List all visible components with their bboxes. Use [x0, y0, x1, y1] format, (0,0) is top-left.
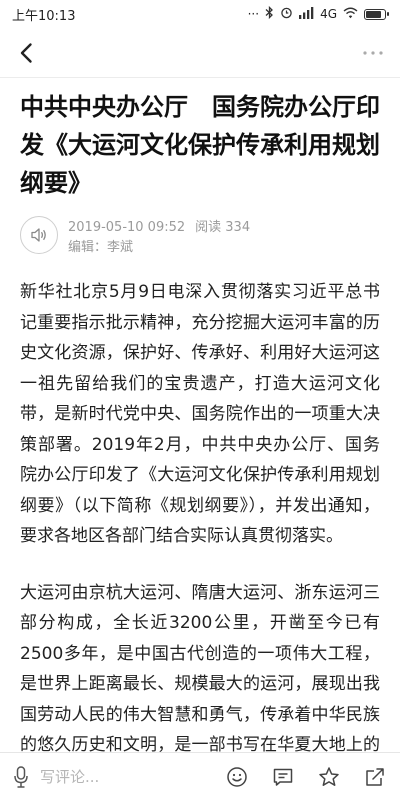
- bottom-action-bar: 写评论...: [0, 752, 400, 800]
- alarm-icon: [280, 6, 293, 22]
- favorite-button[interactable]: [318, 766, 340, 788]
- article-meta: 2019-05-10 09:52 阅读 334 编辑：李斌: [20, 212, 380, 260]
- share-button[interactable]: [364, 766, 386, 788]
- listen-button[interactable]: [20, 216, 58, 254]
- more-dots-icon: ···: [247, 7, 260, 21]
- comment-placeholder: 写评论...: [40, 768, 100, 786]
- battery-icon: [364, 8, 389, 20]
- status-time: 上午10:13: [12, 8, 76, 24]
- back-button[interactable]: [10, 36, 44, 70]
- chevron-left-icon: [20, 43, 32, 63]
- editor-label: 编辑：李斌: [68, 240, 134, 255]
- comments-button[interactable]: [272, 766, 294, 788]
- read-count: 阅读 334: [195, 220, 251, 235]
- emoji-button[interactable]: [226, 766, 248, 788]
- signal-icon: [299, 6, 314, 22]
- wifi-icon: [343, 7, 358, 22]
- publish-time: 2019-05-10 09:52: [68, 220, 186, 235]
- more-button[interactable]: [356, 36, 390, 70]
- bluetooth-icon: [265, 5, 274, 22]
- article-paragraph: 大运河由京杭大运河、隋唐大运河、浙东运河三部分构成，全长近3200公里，开凿至今…: [20, 582, 380, 756]
- more-horizontal-icon: [363, 51, 383, 55]
- comment-input[interactable]: 写评论...: [14, 765, 226, 788]
- article-title: 中共中央办公厅 国务院办公厅印发《大运河文化保护传承利用规划纲要》: [20, 93, 380, 197]
- comments-icon: [273, 768, 293, 786]
- article-paragraph: 新华社北京5月9日电深入贯彻落实习近平总书记重要指示批示精神，充分挖掘大运河丰富…: [20, 282, 380, 546]
- microphone-icon: [14, 765, 28, 788]
- speaker-icon: [31, 228, 46, 242]
- status-bar: 上午10:13 ··· 4G: [0, 0, 400, 28]
- article-body: 新华社北京5月9日电深入贯彻落实习近平总书记重要指示批示精神，充分挖掘大运河丰富…: [20, 277, 380, 762]
- star-icon: [319, 766, 339, 786]
- emoji-icon: [227, 766, 247, 787]
- nav-bar: [0, 28, 400, 78]
- share-icon: [366, 767, 384, 786]
- status-icons: ··· 4G: [247, 5, 389, 22]
- network-type: 4G: [320, 7, 337, 21]
